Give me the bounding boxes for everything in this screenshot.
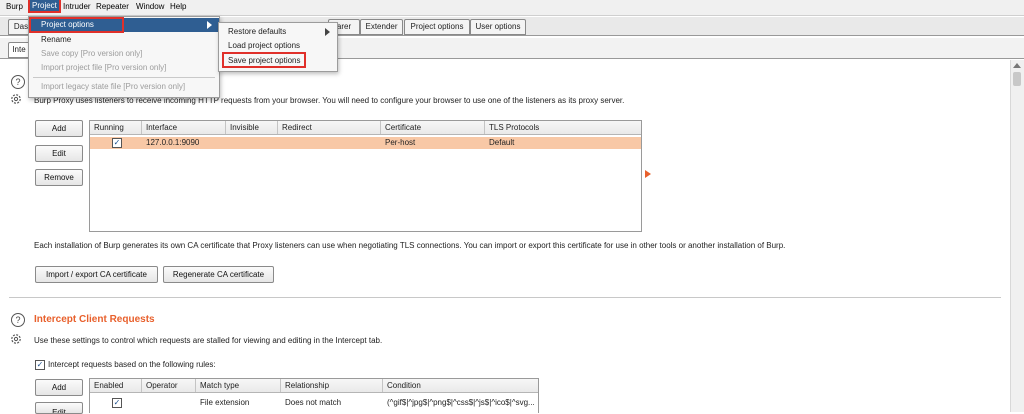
listener-redirect [278,137,282,149]
rule-relationship: Does not match [285,398,342,407]
menu-item-import-project-file: Import project file [Pro version only] [41,63,167,72]
remove-listener-button[interactable]: Remove [35,169,83,186]
table-header: Running Interface Invisible Redirect Cer… [90,121,641,135]
submenu-arrow-icon [325,28,330,36]
gear-icon[interactable] [10,93,22,105]
menu-bar: Burp Project Intruder Repeater Window He… [0,0,1024,16]
menu-project[interactable]: Project [28,0,61,13]
column-tls-protocols[interactable]: TLS Protocols [485,121,641,134]
tab-intercept-partial[interactable]: Inte [8,42,30,58]
column-redirect[interactable]: Redirect [278,121,381,134]
menu-item-rename[interactable]: Rename [29,33,219,47]
column-running[interactable]: Running [90,121,142,134]
regenerate-ca-button[interactable]: Regenerate CA certificate [163,266,274,283]
gear-icon[interactable] [10,333,22,345]
listener-invisible [226,137,230,149]
tab-user-options[interactable]: User options [470,19,526,35]
column-operator[interactable]: Operator [142,379,196,392]
menu-burp[interactable]: Burp [6,2,23,11]
tab-extender[interactable]: Extender [360,19,403,35]
listener-tls: Default [489,138,515,147]
help-icon[interactable]: ? [11,313,25,327]
save-project-options-callout [222,52,306,68]
intercept-heading: Intercept Client Requests [34,314,155,325]
table-row[interactable]: ✓ 127.0.0.1:9090 Per-host Default [90,137,641,149]
add-rule-button[interactable]: Add [35,379,83,396]
submenu-arrow-icon [207,21,212,29]
running-checkbox[interactable]: ✓ [112,138,122,148]
section-divider [9,297,1001,298]
column-relationship[interactable]: Relationship [281,379,383,392]
menu-repeater[interactable]: Repeater [96,2,129,11]
column-condition[interactable]: Condition [383,379,538,392]
column-invisible[interactable]: Invisible [226,121,278,134]
intercept-description: Use these settings to control which requ… [34,336,383,345]
vertical-scrollbar[interactable] [1010,60,1024,412]
column-certificate[interactable]: Certificate [381,121,485,134]
tab-project-options[interactable]: Project options [404,19,470,35]
add-listener-button[interactable]: Add [35,120,83,137]
expand-arrow-icon[interactable] [645,170,651,178]
menu-window[interactable]: Window [136,2,164,11]
intercept-rules-checkbox[interactable]: ✓ [35,360,45,370]
enabled-checkbox[interactable]: ✓ [112,398,122,408]
menu-separator [33,77,215,78]
rule-match-type: File extension [200,398,250,407]
scroll-thumb[interactable] [1013,72,1021,86]
menu-item-import-legacy-state: Import legacy state file [Pro version on… [41,82,186,91]
column-interface[interactable]: Interface [142,121,226,134]
help-icon[interactable]: ? [11,75,25,89]
menu-help[interactable]: Help [170,2,186,11]
scroll-up-arrow-icon[interactable] [1013,63,1021,68]
intercept-rules-label: Intercept requests based on the followin… [48,360,216,369]
menu-item-load-project-options[interactable]: Load project options [219,39,337,53]
edit-listener-button[interactable]: Edit [35,145,83,162]
table-header: Enabled Operator Match type Relationship… [90,379,538,393]
listener-certificate: Per-host [385,138,416,147]
column-match-type[interactable]: Match type [196,379,281,392]
import-export-ca-button[interactable]: Import / export CA certificate [35,266,158,283]
menu-item-save-copy: Save copy [Pro version only] [41,49,143,58]
menu-item-restore-defaults[interactable]: Restore defaults [219,25,337,39]
column-enabled[interactable]: Enabled [90,379,142,392]
rule-condition: (^gif$|^jpg$|^png$|^css$|^js$|^ico$|^svg… [387,398,535,407]
ca-certificate-description: Each installation of Burp generates its … [34,241,786,250]
menu-intruder[interactable]: Intruder [63,2,91,11]
listener-interface: 127.0.0.1:9090 [146,138,200,147]
proxy-listeners-table: Running Interface Invisible Redirect Cer… [89,120,642,232]
table-row[interactable]: ✓ File extension Does not match (^gif$|^… [90,397,538,409]
project-options-callout [29,17,124,33]
edit-rule-button[interactable]: Edit [35,402,83,414]
intercept-rules-table: Enabled Operator Match type Relationship… [89,378,539,413]
rule-operator [142,397,146,409]
